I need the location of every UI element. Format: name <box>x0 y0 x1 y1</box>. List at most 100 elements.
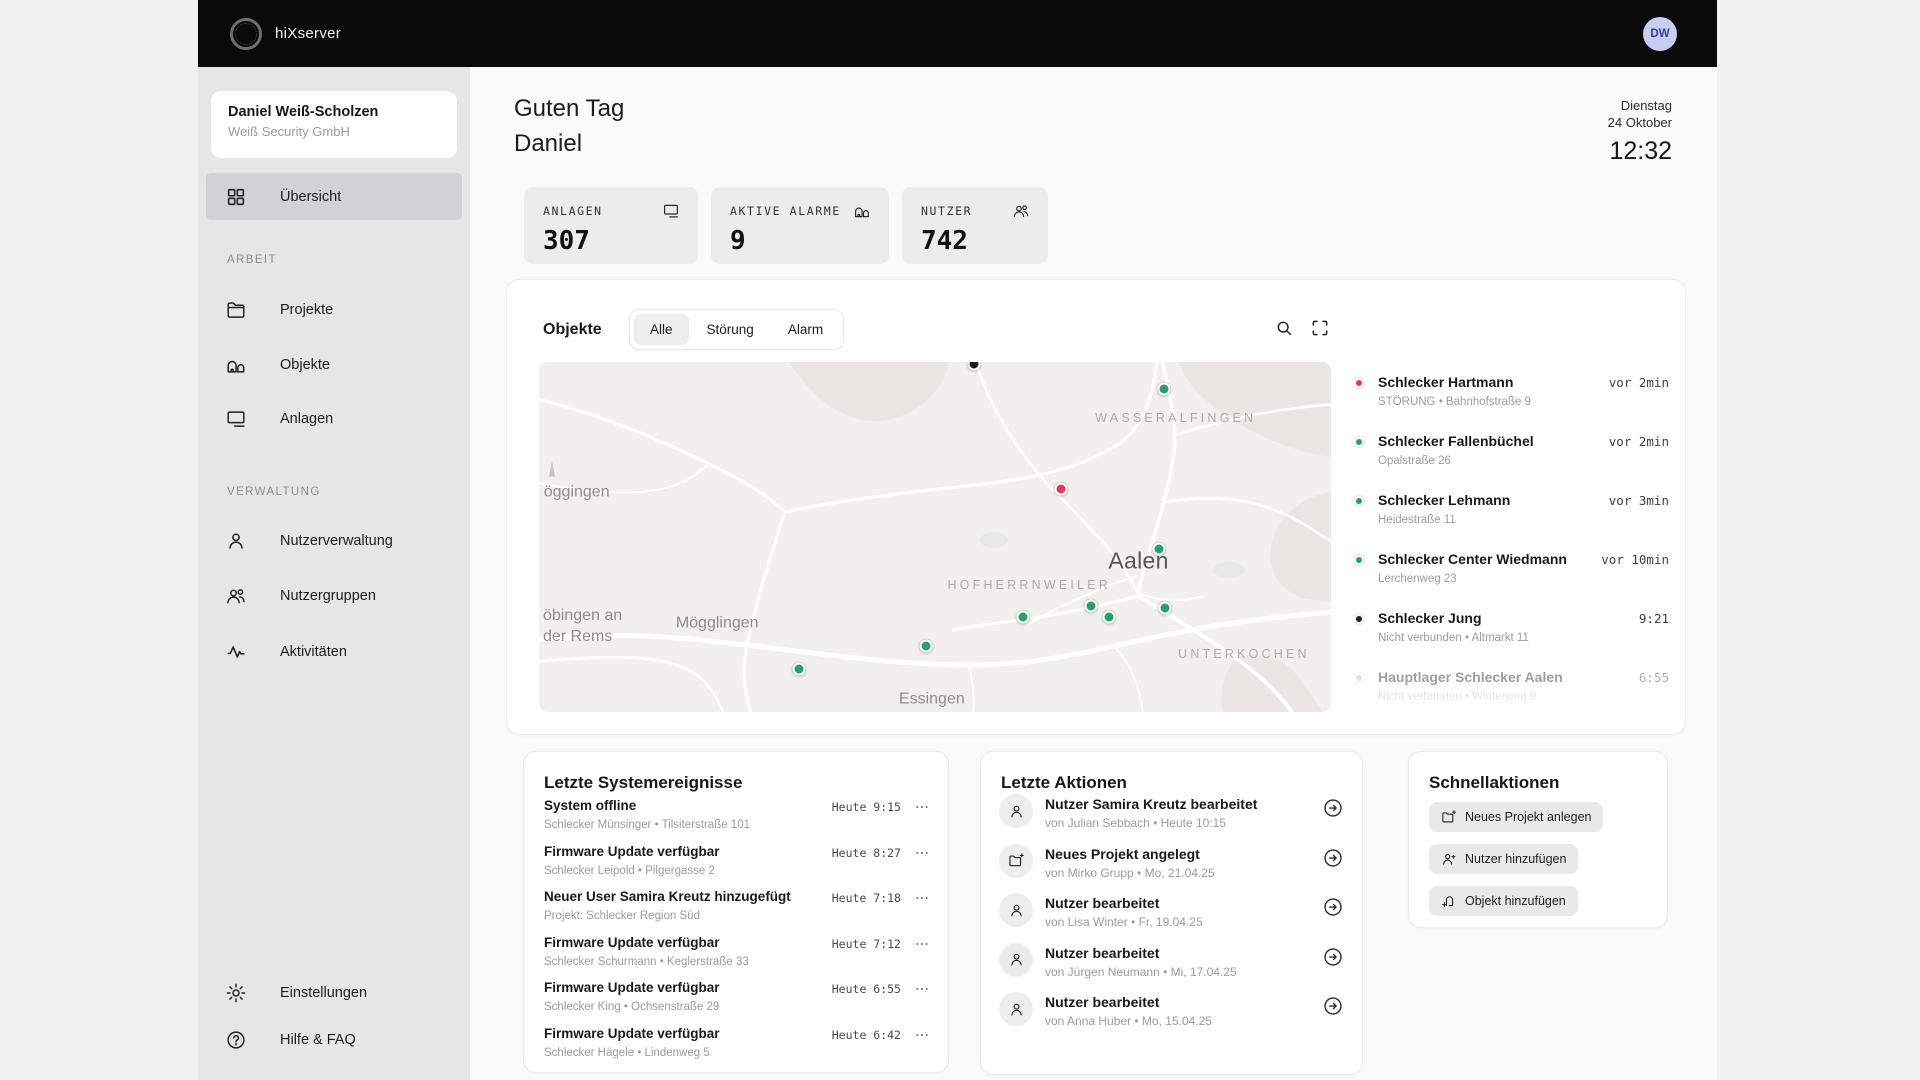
brand-name: hiXserver <box>275 25 342 42</box>
system-events-panel: Letzte Systemereignisse System offline S… <box>523 751 949 1073</box>
action-row[interactable]: Neues Projekt angelegt von Mirko Grupp •… <box>999 843 1346 896</box>
sidebar-item-nutzergruppen[interactable]: Nutzergruppen <box>206 574 462 618</box>
event-row[interactable]: Firmware Update verfügbar Schlecker Schu… <box>544 935 930 981</box>
sidebar-item-label: Projekte <box>280 302 334 318</box>
event-row[interactable]: System offline Schlecker Münsinger • Til… <box>544 798 930 844</box>
new-project-button[interactable]: Neues Projekt anlegen <box>1429 802 1604 832</box>
stat-value: 742 <box>921 226 968 256</box>
action-row[interactable]: Nutzer bearbeitet von Lisa Winter • Fr, … <box>999 893 1346 945</box>
action-row[interactable]: Nutzer bearbeitet von Jürgen Neumann • M… <box>999 942 1346 995</box>
tab-stoerung[interactable]: Störung <box>691 314 770 345</box>
clock: 12:32 <box>1609 137 1672 165</box>
more-options-icon[interactable] <box>914 890 930 906</box>
sidebar-item-label: Hilfe & FAQ <box>280 1032 356 1048</box>
object-name: Hauptlager Schlecker Aalen <box>1378 669 1563 685</box>
more-options-icon[interactable] <box>914 981 930 997</box>
event-time: Heute 6:55 <box>831 982 901 996</box>
add-object-button[interactable]: Objekt hinzufügen <box>1429 886 1578 916</box>
object-detail: Opalstraße 26 <box>1378 455 1451 467</box>
button-label: Neues Projekt anlegen <box>1465 810 1592 824</box>
sidebar-item-label: Objekte <box>280 357 330 373</box>
map-marker-alarm[interactable] <box>1054 482 1068 496</box>
event-row[interactable]: Firmware Update verfügbar Schlecker King… <box>544 980 930 1026</box>
object-detail: Heidestraße 11 <box>1378 514 1456 526</box>
sidebar-item-hilfe-faq[interactable]: Hilfe & FAQ <box>206 1018 462 1062</box>
sidebar-item-nutzerverwaltung[interactable]: Nutzerverwaltung <box>206 519 462 563</box>
panel-title: Letzte Aktionen <box>1001 773 1127 792</box>
map-canvas[interactable]: WASSERALFINGEN Aalen HOFHERRNWEILER UNTERKO… <box>539 362 1331 712</box>
sidebar-item-projekte[interactable]: Projekte <box>206 288 462 332</box>
help-icon <box>225 1029 247 1051</box>
stat-card-anlagen[interactable]: ANLAGEN 307 <box>524 187 698 264</box>
map-marker-ok[interactable] <box>792 662 806 676</box>
map-marker-ok[interactable] <box>1157 382 1171 396</box>
arrow-right-circle-icon[interactable] <box>1322 946 1344 968</box>
action-title: Nutzer Samira Kreutz bearbeitet <box>1045 796 1258 812</box>
event-time: Heute 9:15 <box>831 800 901 814</box>
object-list-item[interactable]: Schlecker Hartmann STÖRUNG • Bahnhofstra… <box>1354 374 1671 433</box>
sidebar-item-label: Nutzerverwaltung <box>280 533 393 549</box>
action-row[interactable]: Nutzer Samira Kreutz bearbeitet von Juli… <box>999 794 1346 846</box>
stat-label: NUTZER <box>921 204 973 218</box>
sidebar-item-anlagen[interactable]: Anlagen <box>206 397 462 441</box>
folder-plus-icon <box>1441 809 1457 825</box>
object-detail: Lerchenweg 23 <box>1378 573 1457 585</box>
tab-alle[interactable]: Alle <box>634 314 689 345</box>
action-row[interactable]: Nutzer bearbeitet von Anna Huber • Mo, 1… <box>999 992 1346 1044</box>
event-row[interactable]: Neuer User Samira Kreutz hinzugefügt Pro… <box>544 889 930 935</box>
user-avatar[interactable]: DW <box>1643 16 1677 51</box>
sidebar-item-einstellungen[interactable]: Einstellungen <box>206 971 462 1015</box>
sidebar-item-label: Nutzergruppen <box>280 588 376 604</box>
more-options-icon[interactable] <box>914 799 930 815</box>
object-list-item[interactable]: Schlecker Lehmann Heidestraße 11 vor 3mi… <box>1354 492 1671 551</box>
arrow-right-circle-icon[interactable] <box>1322 847 1344 869</box>
gear-icon <box>225 982 247 1004</box>
event-row[interactable]: Firmware Update verfügbar Schlecker Leip… <box>544 844 930 890</box>
map-marker-ok[interactable] <box>1084 599 1098 613</box>
map-filter-tabs: Alle Störung Alarm <box>629 309 845 350</box>
map-marker-ok[interactable] <box>919 639 933 653</box>
object-list-item[interactable]: Schlecker Jung Nicht verbunden • Altmark… <box>1354 610 1671 669</box>
object-name: Schlecker Jung <box>1378 610 1482 626</box>
map-marker-ok[interactable] <box>1152 542 1166 556</box>
sidebar-user-card[interactable]: Daniel Weiß-Scholzen Weiß Security GmbH <box>211 91 457 158</box>
stat-card-nutzer[interactable]: NUTZER 742 <box>902 187 1048 264</box>
action-detail: von Jürgen Neumann • Mi, 17.04.25 <box>1045 964 1237 979</box>
arrow-right-circle-icon[interactable] <box>1322 995 1344 1017</box>
sidebar-item-objekte[interactable]: Objekte <box>206 343 462 387</box>
event-time: Heute 8:27 <box>831 845 901 860</box>
more-options-icon[interactable] <box>914 936 930 952</box>
stat-label: AKTIVE ALARME <box>730 204 841 218</box>
arrow-right-circle-icon[interactable] <box>1322 896 1344 918</box>
stat-value: 9 <box>730 226 746 256</box>
map-marker-ok[interactable] <box>1158 601 1172 615</box>
recent-actions-panel: Letzte Aktionen Nutzer Samira Kreutz bea… <box>980 751 1363 1075</box>
more-options-icon[interactable] <box>914 845 930 861</box>
panel-title: Objekte <box>543 321 602 338</box>
event-row[interactable]: Firmware Update verfügbar Schlecker Häge… <box>544 1026 930 1072</box>
arrow-right-circle-icon[interactable] <box>1322 797 1344 819</box>
object-list-item[interactable]: Hauptlager Schlecker Aalen Nicht verbund… <box>1354 669 1671 712</box>
object-list[interactable]: Schlecker Hartmann STÖRUNG • Bahnhofstra… <box>1354 362 1671 712</box>
stat-card-aktive-alarme[interactable]: AKTIVE ALARME 9 <box>711 187 889 264</box>
greeting: Guten Tag Daniel <box>514 91 624 161</box>
topbar: hiXserver DW <box>198 0 1717 67</box>
object-detail: Nicht verbunden • Altmarkt 11 <box>1378 632 1529 644</box>
map-marker-ok[interactable] <box>1102 610 1116 624</box>
sidebar-item-label: Aktivitäten <box>280 644 347 660</box>
event-detail: Schlecker Leipold • Pilgergasse 2 <box>544 864 715 877</box>
action-title: Nutzer bearbeitet <box>1045 895 1160 912</box>
object-list-item[interactable]: Schlecker Center Wiedmann Lerchenweg 23 … <box>1354 551 1671 610</box>
sidebar-item-uebersicht[interactable]: Übersicht <box>206 173 462 220</box>
main-content: Guten Tag Daniel Dienstag 24 Oktober 12:… <box>470 67 1717 1080</box>
stat-label: ANLAGEN <box>543 204 603 218</box>
fullscreen-icon[interactable] <box>1310 318 1330 338</box>
more-options-icon[interactable] <box>914 1027 930 1043</box>
add-user-button[interactable]: Nutzer hinzufügen <box>1429 844 1579 874</box>
action-title: Nutzer bearbeitet <box>1045 944 1160 961</box>
object-list-item[interactable]: Schlecker Fallenbüchel Opalstraße 26 vor… <box>1354 433 1671 492</box>
tab-alarm[interactable]: Alarm <box>772 314 839 345</box>
sidebar-item-aktivitaeten[interactable]: Aktivitäten <box>206 630 462 674</box>
search-icon[interactable] <box>1274 318 1294 338</box>
map-marker-ok[interactable] <box>1016 610 1030 624</box>
